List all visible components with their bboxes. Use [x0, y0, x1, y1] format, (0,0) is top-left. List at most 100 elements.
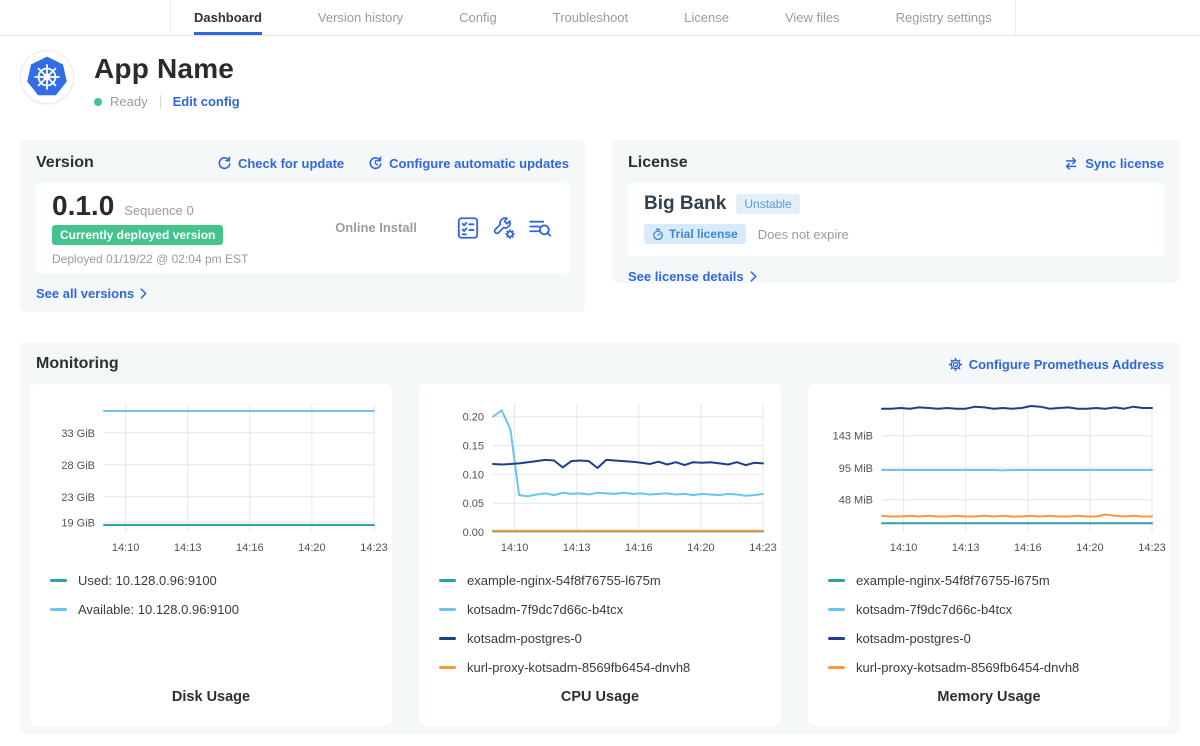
disk-usage-chart-title: Disk Usage — [42, 689, 380, 726]
license-name: Big Bank — [644, 193, 726, 215]
monitoring-section: Monitoring Configure Prometheus Address … — [20, 342, 1180, 734]
expiry-label: Does not expire — [758, 227, 849, 242]
svg-text:33 GiB: 33 GiB — [61, 428, 95, 440]
svg-text:95 MiB: 95 MiB — [839, 463, 873, 475]
legend-item: kotsadm-postgres-0 — [828, 630, 1158, 646]
svg-text:14:23: 14:23 — [1138, 542, 1166, 554]
svg-text:14:10: 14:10 — [501, 542, 529, 554]
legend-swatch — [439, 637, 456, 640]
svg-text:14:16: 14:16 — [236, 542, 264, 554]
legend-label: kotsadm-7f9dc7d66c-b4tcx — [467, 602, 623, 617]
status-dot — [94, 98, 102, 106]
sync-license-link[interactable]: Sync license — [1063, 156, 1164, 171]
legend-item: kotsadm-7f9dc7d66c-b4tcx — [828, 601, 1158, 617]
legend-label: kurl-proxy-kotsadm-8569fb6454-dnvh8 — [467, 660, 690, 675]
legend-item: Used: 10.128.0.96:9100 — [50, 572, 380, 588]
legend-item: Available: 10.128.0.96:9100 — [50, 601, 380, 617]
tab-registry-settings[interactable]: Registry settings — [896, 0, 992, 35]
version-card: Version Check for update Configure autom… — [20, 140, 585, 312]
legend-label: Available: 10.128.0.96:9100 — [78, 602, 239, 617]
svg-text:143 MiB: 143 MiB — [833, 431, 873, 443]
sync-license-label: Sync license — [1085, 156, 1164, 171]
tab-config[interactable]: Config — [459, 0, 497, 35]
configure-prometheus-link[interactable]: Configure Prometheus Address — [948, 357, 1164, 372]
license-card: License Sync license Big Bank Unstable T… — [612, 140, 1180, 283]
legend-item: kurl-proxy-kotsadm-8569fb6454-dnvh8 — [828, 659, 1158, 675]
configure-automatic-updates-label: Configure automatic updates — [389, 156, 569, 171]
legend-swatch — [828, 637, 845, 640]
legend-swatch — [828, 666, 845, 669]
tab-bar: Dashboard Version history Config Trouble… — [170, 0, 1016, 35]
tab-label: Config — [459, 10, 497, 25]
chevron-right-icon — [750, 271, 757, 282]
tab-version-history[interactable]: Version history — [318, 0, 403, 35]
config-wrench-icon[interactable] — [491, 215, 517, 241]
deployed-badge: Currently deployed version — [52, 225, 223, 245]
tab-label: Dashboard — [194, 10, 262, 25]
tab-troubleshoot[interactable]: Troubleshoot — [553, 0, 628, 35]
sequence-label: Sequence 0 — [124, 203, 193, 218]
see-license-details-label: See license details — [628, 269, 744, 284]
see-all-versions-label: See all versions — [36, 286, 134, 301]
version-number: 0.1.0 — [52, 190, 114, 222]
configure-automatic-updates-link[interactable]: Configure automatic updates — [368, 156, 569, 171]
license-panel: Big Bank Unstable Trial license Does not… — [628, 183, 1164, 256]
refresh-icon — [217, 156, 232, 171]
memory-usage-chart-title: Memory Usage — [820, 689, 1158, 726]
legend-label: kurl-proxy-kotsadm-8569fb6454-dnvh8 — [856, 660, 1079, 675]
divider — [160, 95, 161, 109]
svg-text:23 GiB: 23 GiB — [61, 492, 95, 504]
legend-label: kotsadm-postgres-0 — [467, 631, 582, 646]
status-text: Ready — [110, 94, 148, 109]
tab-label: License — [684, 10, 729, 25]
memory-usage-chart: 48 MiB95 MiB143 MiB14:1014:1314:1614:201… — [820, 396, 1158, 560]
edit-config-link[interactable]: Edit config — [173, 94, 240, 109]
tab-dashboard[interactable]: Dashboard — [194, 0, 262, 35]
tab-license[interactable]: License — [684, 0, 729, 35]
svg-text:14:10: 14:10 — [112, 542, 140, 554]
svg-text:19 GiB: 19 GiB — [61, 517, 95, 529]
install-type-label: Online Install — [297, 220, 455, 235]
disk-usage-legend: Used: 10.128.0.96:9100 Available: 10.128.… — [42, 572, 380, 617]
trial-license-label: Trial license — [669, 227, 738, 241]
gear-icon — [948, 357, 963, 372]
preflight-checklist-icon[interactable] — [455, 215, 481, 241]
cpu-usage-chart-card: 0.000.050.100.150.2014:1014:1314:1614:20… — [419, 384, 781, 726]
disk-usage-chart-card: 19 GiB23 GiB28 GiB33 GiB14:1014:1314:161… — [30, 384, 392, 726]
page-title: App Name — [94, 53, 240, 85]
legend-swatch — [828, 608, 845, 611]
legend-label: example-nginx-54f8f76755-l675m — [856, 573, 1050, 588]
sync-arrows-icon — [1063, 156, 1079, 171]
tab-label: Registry settings — [896, 10, 992, 25]
svg-text:0.05: 0.05 — [463, 498, 484, 510]
svg-text:48 MiB: 48 MiB — [839, 495, 873, 507]
svg-text:14:23: 14:23 — [749, 542, 777, 554]
legend-swatch — [828, 579, 845, 582]
monitoring-title: Monitoring — [36, 355, 119, 373]
legend-swatch — [439, 608, 456, 611]
tab-label: Version history — [318, 10, 403, 25]
cpu-usage-chart: 0.000.050.100.150.2014:1014:1314:1614:20… — [431, 396, 769, 560]
see-all-versions-link[interactable]: See all versions — [36, 286, 147, 301]
legend-swatch — [439, 579, 456, 582]
cpu-usage-chart-title: CPU Usage — [431, 689, 769, 726]
legend-swatch — [50, 608, 67, 611]
svg-text:0.00: 0.00 — [463, 527, 484, 539]
see-license-details-link[interactable]: See license details — [628, 269, 757, 284]
svg-text:14:23: 14:23 — [360, 542, 388, 554]
tab-view-files[interactable]: View files — [785, 0, 840, 35]
svg-text:14:10: 14:10 — [890, 542, 918, 554]
stopwatch-icon — [652, 228, 664, 241]
configure-prometheus-label: Configure Prometheus Address — [969, 357, 1164, 372]
svg-text:28 GiB: 28 GiB — [61, 460, 95, 472]
check-for-update-link[interactable]: Check for update — [217, 156, 344, 171]
legend-label: example-nginx-54f8f76755-l675m — [467, 573, 661, 588]
legend-item: kotsadm-7f9dc7d66c-b4tcx — [439, 601, 769, 617]
svg-text:0.20: 0.20 — [463, 412, 484, 424]
legend-label: Used: 10.128.0.96:9100 — [78, 573, 217, 588]
view-logs-icon[interactable] — [527, 215, 553, 241]
legend-item: example-nginx-54f8f76755-l675m — [439, 572, 769, 588]
svg-text:0.15: 0.15 — [463, 441, 484, 453]
license-card-title: License — [628, 154, 688, 172]
svg-text:14:13: 14:13 — [563, 542, 591, 554]
